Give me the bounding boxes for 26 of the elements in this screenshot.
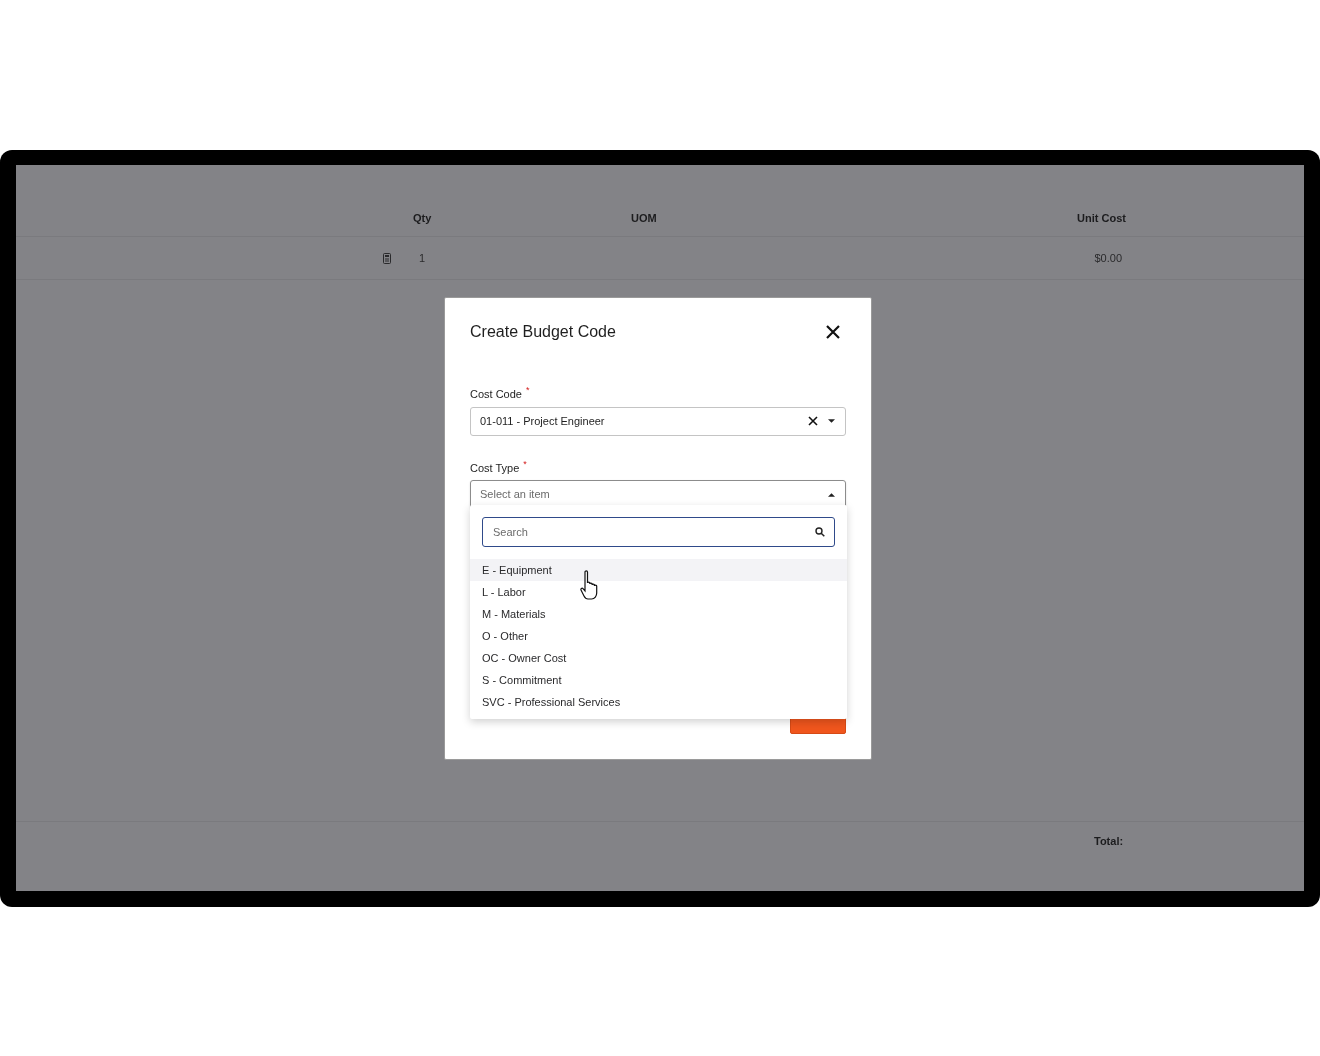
caret-up-icon[interactable] <box>828 492 835 497</box>
field-label: Cost Code <box>470 387 522 402</box>
dropdown-option[interactable]: E - Equipment <box>470 559 847 581</box>
field-label: Cost Type <box>470 460 520 476</box>
search-field[interactable]: Search <box>482 517 835 547</box>
calculator-icon[interactable] <box>383 252 391 264</box>
dialog-title: Create Budget Code <box>470 322 616 342</box>
required-mark: * <box>526 386 530 395</box>
column-header: Unit Cost <box>1076 210 1126 226</box>
select-field[interactable]: 01-011 - Project Engineer <box>470 406 846 436</box>
dropdown-option[interactable]: O - Other <box>470 625 847 647</box>
clear-icon[interactable] <box>808 416 818 426</box>
required-mark: * <box>523 459 527 469</box>
column-header: Qty <box>413 210 433 226</box>
dropdown-option[interactable]: L - Labor <box>470 581 847 603</box>
dropdown-option[interactable]: OC - Owner Cost <box>470 647 847 669</box>
total-label: Total: <box>1094 834 1124 850</box>
dropdown-option[interactable]: M - Materials <box>470 603 847 625</box>
table-cell-text: $0.00 <box>1093 250 1122 266</box>
close-button[interactable] <box>824 323 842 341</box>
search-icon[interactable] <box>815 527 825 537</box>
dropdown-option[interactable]: SVC - Professional Services <box>470 691 847 713</box>
table-cell-text: 1 <box>419 250 427 266</box>
caret-down-icon[interactable] <box>828 419 835 423</box>
column-header: UOM <box>631 210 658 226</box>
dropdown-option[interactable]: S - Commitment <box>470 669 847 691</box>
